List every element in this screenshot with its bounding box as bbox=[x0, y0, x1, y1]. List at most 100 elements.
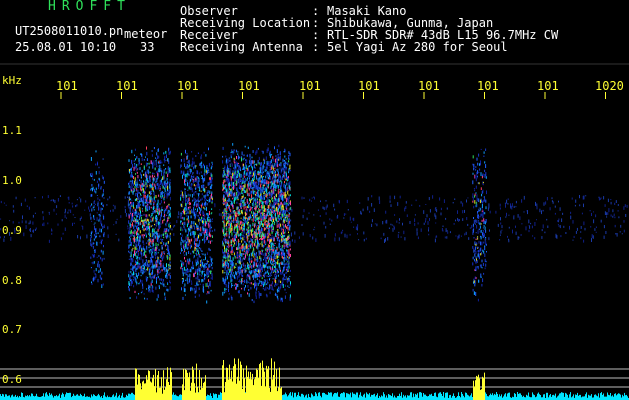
spectrogram-pixel bbox=[167, 273, 169, 276]
spectrogram-pixel bbox=[100, 228, 102, 233]
spectrogram-pixel bbox=[157, 252, 159, 254]
noise-speck bbox=[385, 210, 387, 214]
noise-speck bbox=[499, 234, 501, 236]
spectrogram-pixel bbox=[148, 231, 150, 235]
spectrogram-pixel bbox=[133, 271, 134, 276]
spectrogram-pixel bbox=[202, 180, 204, 184]
spectrogram-pixel bbox=[269, 183, 271, 185]
spectrogram-pixel bbox=[204, 274, 206, 276]
spectrogram-pixel bbox=[261, 208, 263, 212]
spectrogram-pixel bbox=[99, 235, 101, 238]
noise-speck bbox=[43, 222, 45, 227]
spectrogram-pixel bbox=[152, 238, 154, 243]
spectrogram-pixel bbox=[133, 253, 134, 258]
spectrogram-pixel bbox=[92, 206, 94, 209]
spectrogram-pixel bbox=[99, 242, 101, 244]
spectrogram-pixel bbox=[266, 275, 268, 277]
noise-speck bbox=[595, 226, 597, 228]
noise-speck bbox=[48, 211, 50, 214]
noise-speck bbox=[72, 214, 74, 216]
noise-speck bbox=[532, 235, 534, 237]
spectrogram-pixel bbox=[250, 216, 252, 219]
spectrogram-pixel bbox=[142, 197, 144, 202]
spectrogram-pixel bbox=[155, 256, 156, 259]
noise-speck bbox=[35, 227, 37, 230]
spectrogram-pixel bbox=[203, 186, 205, 189]
noise-speck bbox=[32, 214, 34, 218]
spectrogram-pixel bbox=[246, 228, 248, 231]
spectrogram-pixel bbox=[164, 159, 166, 163]
spectrogram-pixel bbox=[194, 231, 196, 235]
spectrogram-pixel bbox=[264, 258, 266, 260]
noise-speck bbox=[457, 217, 459, 221]
spectrogram-pixel bbox=[189, 206, 191, 209]
spectrogram-pixel bbox=[283, 244, 285, 248]
spectrogram-pixel bbox=[192, 210, 194, 214]
spectrogram-pixel bbox=[188, 239, 190, 243]
noise-speck bbox=[48, 239, 50, 243]
spectrogram-pixel bbox=[232, 193, 234, 196]
spectrogram-pixel bbox=[275, 217, 277, 220]
spectrogram-pixel bbox=[98, 214, 100, 216]
noise-speck bbox=[345, 213, 347, 215]
spectrogram-pixel bbox=[157, 202, 159, 205]
spectrogram-pixel bbox=[230, 209, 232, 213]
spectrogram-pixel bbox=[272, 199, 274, 202]
spectrogram-pixel bbox=[185, 195, 187, 199]
spectrogram-pixel bbox=[133, 276, 135, 278]
noise-speck bbox=[113, 224, 115, 226]
spectrogram-pixel bbox=[183, 158, 185, 163]
spectrogram-pixel bbox=[251, 159, 253, 163]
spectrogram-pixel bbox=[269, 248, 271, 251]
spectrogram-pixel bbox=[224, 180, 226, 183]
spectrogram-pixel bbox=[159, 270, 161, 273]
spectrogram-pixel bbox=[206, 212, 208, 216]
spectrogram-pixel bbox=[252, 228, 254, 232]
spectrogram-pixel bbox=[275, 155, 277, 158]
spectrogram-pixel bbox=[150, 259, 152, 264]
spectrogram-pixel bbox=[140, 256, 142, 261]
noise-speck bbox=[527, 210, 528, 215]
spectrogram-pixel bbox=[155, 260, 157, 265]
spectrogram-pixel bbox=[164, 155, 166, 159]
spectrogram-pixel bbox=[278, 279, 280, 283]
spectrogram-pixel bbox=[201, 161, 203, 165]
noise-speck bbox=[32, 230, 34, 232]
spectrogram-pixel bbox=[128, 258, 130, 260]
noise-speck bbox=[452, 202, 454, 204]
spectrogram-pixel bbox=[262, 201, 264, 206]
noise-speck bbox=[54, 199, 56, 204]
spectrogram-pixel bbox=[169, 261, 171, 264]
spectrogram-pixel bbox=[180, 197, 182, 201]
spectrogram-pixel bbox=[163, 255, 165, 259]
noise-speck bbox=[536, 219, 537, 221]
spectrogram-pixel bbox=[144, 248, 146, 252]
noise-speck bbox=[64, 227, 66, 231]
noise-speck bbox=[3, 202, 5, 204]
spectrogram-pixel bbox=[247, 274, 248, 276]
spectrogram-pixel bbox=[151, 272, 153, 276]
spectrogram-pixel bbox=[164, 296, 166, 300]
noise-speck bbox=[572, 239, 574, 241]
spectrogram-pixel bbox=[207, 275, 209, 278]
noise-speck bbox=[417, 236, 419, 240]
noise-speck bbox=[86, 234, 88, 239]
spectrogram-pixel bbox=[266, 220, 268, 223]
spectrogram-pixel bbox=[159, 262, 161, 265]
spectrogram-pixel bbox=[93, 178, 95, 181]
spectrogram-pixel bbox=[283, 259, 285, 263]
spectrogram-pixel bbox=[135, 273, 137, 277]
spectrogram-pixel bbox=[136, 220, 138, 222]
spectrogram-pixel bbox=[189, 240, 191, 244]
spectrogram-pixel bbox=[240, 226, 242, 230]
spectrogram-pixel bbox=[234, 284, 236, 286]
noise-speck bbox=[607, 198, 609, 203]
spectrogram-pixel bbox=[152, 165, 154, 169]
spectrogram-pixel bbox=[262, 223, 264, 227]
spectrogram-pixel bbox=[274, 269, 276, 273]
noise-speck bbox=[114, 205, 116, 210]
noise-speck bbox=[290, 232, 292, 237]
spectrogram-pixel bbox=[146, 196, 148, 200]
spectrogram-pixel bbox=[248, 281, 249, 283]
spectrogram-pixel bbox=[154, 194, 156, 196]
